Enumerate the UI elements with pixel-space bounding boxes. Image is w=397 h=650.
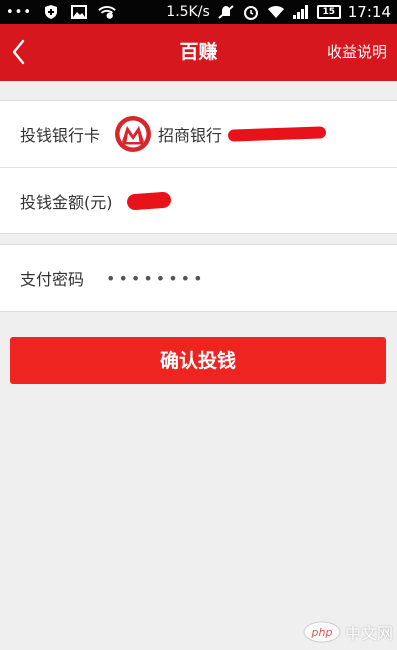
watermark: php 中文网 <box>303 620 393 644</box>
wifi-icon <box>267 5 284 18</box>
network-speed: 1.5K/s <box>166 4 210 20</box>
earnings-info-link[interactable]: 收益说明 <box>327 24 387 81</box>
amount-label: 投钱金额(元) <box>20 193 113 212</box>
password-card: 支付密码 <box>0 244 397 312</box>
investment-form-card: 投钱银行卡 招商银行 投钱金额(元) <box>0 100 397 234</box>
status-left: ••• <box>6 4 116 20</box>
bank-name: 招商银行 <box>158 126 223 145</box>
password-label: 支付密码 <box>20 270 85 289</box>
watermark-text: 中文网 <box>344 624 393 643</box>
password-row: 支付密码 <box>0 245 397 311</box>
battery-icon: 15 <box>316 5 341 19</box>
status-right: 1.5K/s 15 17:14 <box>166 3 391 21</box>
mute-icon <box>218 5 234 19</box>
redacted-amount <box>125 191 172 211</box>
shield-icon <box>45 5 58 19</box>
app-header: 百赚 收益说明 <box>0 24 397 81</box>
php-logo-icon: php <box>303 621 341 643</box>
bank-logo-icon <box>115 116 152 152</box>
alarm-icon <box>243 6 258 20</box>
bank-card-row[interactable]: 投钱银行卡 招商银行 <box>0 101 397 167</box>
password-input[interactable] <box>104 267 265 289</box>
svg-text:php: php <box>311 626 333 639</box>
image-icon <box>71 5 88 19</box>
status-bar: ••• 1.5K/s 15 17:14 <box>0 0 397 24</box>
amount-row[interactable]: 投钱金额(元) <box>0 168 397 234</box>
back-chevron-icon[interactable] <box>4 34 36 70</box>
notification-dots: ••• <box>6 4 33 20</box>
wifi-check-icon <box>98 6 116 19</box>
bank-card-label: 投钱银行卡 <box>20 126 101 145</box>
confirm-invest-button[interactable]: 确认投钱 <box>10 337 386 384</box>
redacted-card-number <box>227 126 327 142</box>
clock: 17:14 <box>347 3 391 21</box>
signal-icon <box>292 5 308 19</box>
